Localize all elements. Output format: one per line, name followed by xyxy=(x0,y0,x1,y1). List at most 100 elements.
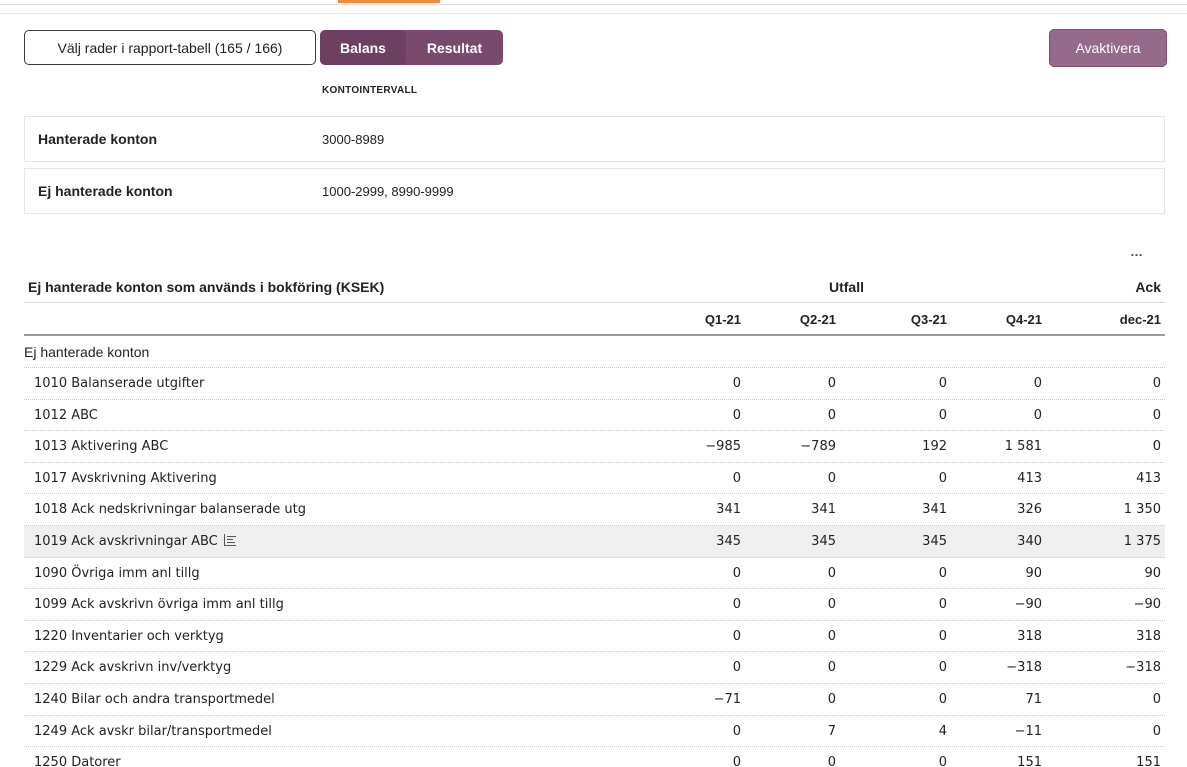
cell-value: 413 xyxy=(1017,470,1042,486)
cell-value: 0 xyxy=(827,407,836,423)
table-title: Ej hanterade konton som används i bokför… xyxy=(28,279,385,295)
column-header-dec: dec-21 xyxy=(1119,312,1161,327)
column-header-q2: Q2-21 xyxy=(799,312,836,327)
column-header-q4: Q4-21 xyxy=(1005,312,1042,327)
cell-value: 0 xyxy=(938,376,947,391)
cell-value: 0 xyxy=(732,660,741,676)
cell-value: 340 xyxy=(1017,533,1042,549)
more-options-icon[interactable]: … xyxy=(1130,244,1144,259)
account-name: 1099 Ack avskrivn övriga imm anl tillg xyxy=(34,597,284,613)
column-header-q3: Q3-21 xyxy=(910,312,947,327)
account-name: 1249 Ack avskr bilar/transportmedel xyxy=(34,723,272,739)
cell-value: 0 xyxy=(1033,376,1042,391)
cell-value: −789 xyxy=(800,439,836,455)
cell-value: 0 xyxy=(827,628,836,644)
account-name: 1240 Bilar och andra transportmedel xyxy=(34,691,275,707)
cell-value: 345 xyxy=(811,533,836,549)
cell-value: 0 xyxy=(827,470,836,486)
cell-value: 318 xyxy=(1136,628,1161,644)
cell-value: 345 xyxy=(922,533,947,549)
cell-value: 341 xyxy=(716,502,741,518)
table-row[interactable]: 1018 Ack nedskrivningar balanserade utg 3… xyxy=(24,494,1165,526)
cell-value: 0 xyxy=(938,691,947,707)
cell-value: 151 xyxy=(1136,755,1161,767)
cell-value: 7 xyxy=(827,723,836,739)
cell-value: 1 581 xyxy=(1004,439,1042,455)
section-label: Ej hanterade konton xyxy=(24,336,1165,368)
account-name: 1018 Ack nedskrivningar balanserade utg xyxy=(34,502,307,518)
cell-value: 0 xyxy=(827,565,836,581)
cell-value: 71 xyxy=(1025,691,1042,707)
cell-value: 0 xyxy=(732,755,741,767)
column-header-q1: Q1-21 xyxy=(704,312,741,327)
account-name: 1250 Datorer xyxy=(34,755,121,767)
account-name: 1220 Inventarier och verktyg xyxy=(34,628,224,644)
unhandled-accounts-value: 1000-2999, 8990-9999 xyxy=(322,183,454,199)
resultat-toggle-button[interactable]: Resultat xyxy=(406,30,503,65)
cell-value: 0 xyxy=(827,691,836,707)
table-row[interactable]: 1019 Ack avskrivningar ABC 345 345 345 340 1 … xyxy=(24,525,1165,558)
account-name: 1013 Aktivering ABC xyxy=(34,439,169,455)
cell-value: 0 xyxy=(732,407,741,423)
cell-value: 0 xyxy=(827,660,836,676)
table-row[interactable]: 1017 Avskrivning Aktivering 0 0 0 413 413 xyxy=(24,463,1165,495)
cell-value: 326 xyxy=(1017,502,1042,518)
table-body: 1010 Balanserade utgifter 0 0 0 0 0 1012 ABC 0 0… xyxy=(24,368,1165,767)
deactivate-button[interactable]: Avaktivera xyxy=(1049,29,1167,67)
cell-value: −318 xyxy=(1006,660,1042,676)
cell-value: 4 xyxy=(938,723,947,739)
table-row[interactable]: 1249 Ack avskr bilar/transportmedel 0 7 4 −1… xyxy=(24,716,1165,748)
cell-value: 0 xyxy=(938,597,947,613)
cell-value: 1 350 xyxy=(1123,502,1161,518)
account-name: 1017 Avskrivning Aktivering xyxy=(34,470,217,486)
cell-value: 1 375 xyxy=(1123,533,1161,549)
table-row[interactable]: 1012 ABC 0 0 0 0 0 xyxy=(24,400,1165,432)
table-row[interactable]: 1229 Ack avskrivn inv/verktyg 0 0 0 −318 −318 xyxy=(24,652,1165,684)
balans-toggle-button[interactable]: Balans xyxy=(320,30,406,65)
cell-value: 0 xyxy=(827,597,836,613)
table-column-header: Q1-21 Q2-21 Q3-21 Q4-21 dec-21 xyxy=(24,303,1165,336)
cell-value: 0 xyxy=(732,723,741,739)
cell-value: −11 xyxy=(1014,723,1042,739)
cell-value: −318 xyxy=(1125,660,1161,676)
table-row[interactable]: 1090 Övriga imm anl tillg 0 0 0 90 90 xyxy=(24,558,1165,590)
cell-value: 0 xyxy=(827,755,836,767)
cell-value: 0 xyxy=(938,628,947,644)
table-row[interactable]: 1013 Aktivering ABC −985 −789 192 1 581 0 xyxy=(24,431,1165,463)
table-row[interactable]: 1220 Inventarier och verktyg 0 0 0 318 318 xyxy=(24,621,1165,653)
table-row[interactable]: 1240 Bilar och andra transportmedel −71 0 0… xyxy=(24,684,1165,716)
select-rows-button[interactable]: Välj rader i rapport-tabell (165 / 166) xyxy=(24,30,316,65)
cell-value: 90 xyxy=(1025,565,1042,581)
accounts-table: Ej hanterade konton som används i bokför… xyxy=(24,274,1165,767)
cell-value: 0 xyxy=(1152,407,1161,423)
account-name: 1010 Balanserade utgifter xyxy=(34,376,205,391)
cell-value: 0 xyxy=(732,597,741,613)
cell-value: 0 xyxy=(1033,407,1042,423)
cell-value: 0 xyxy=(827,376,836,391)
cell-value: 318 xyxy=(1017,628,1042,644)
account-name: 1019 Ack avskrivningar ABC xyxy=(34,533,236,549)
cell-value: 0 xyxy=(732,628,741,644)
bar-chart-icon[interactable] xyxy=(223,533,236,546)
cell-value: 341 xyxy=(922,502,947,518)
account-name: 1229 Ack avskrivn inv/verktyg xyxy=(34,660,232,676)
cell-value: 0 xyxy=(938,565,947,581)
account-name: 1012 ABC xyxy=(34,407,98,423)
table-row[interactable]: 1010 Balanserade utgifter 0 0 0 0 0 xyxy=(24,368,1165,400)
table-row[interactable]: 1250 Datorer 0 0 0 151 151 xyxy=(24,747,1165,767)
cell-value: −90 xyxy=(1014,597,1042,613)
cell-value: 0 xyxy=(1152,723,1161,739)
cell-value: 90 xyxy=(1144,565,1161,581)
group-header-utfall: Utfall xyxy=(829,279,864,295)
unhandled-accounts-label: Ej hanterade konton xyxy=(38,183,173,199)
group-header-ack: Ack xyxy=(1135,279,1161,295)
handled-accounts-label: Hanterade konton xyxy=(38,131,158,147)
cell-value: 192 xyxy=(922,439,947,455)
handled-accounts-row: Hanterade konton 3000-8989 xyxy=(24,116,1165,162)
account-name: 1090 Övriga imm anl tillg xyxy=(34,565,200,581)
cell-value: 413 xyxy=(1136,470,1161,486)
view-toggle: Balans Resultat xyxy=(320,30,503,65)
table-row[interactable]: 1099 Ack avskrivn övriga imm anl tillg 0 0… xyxy=(24,589,1165,621)
cell-value: 345 xyxy=(716,533,741,549)
cell-value: −985 xyxy=(705,439,741,455)
